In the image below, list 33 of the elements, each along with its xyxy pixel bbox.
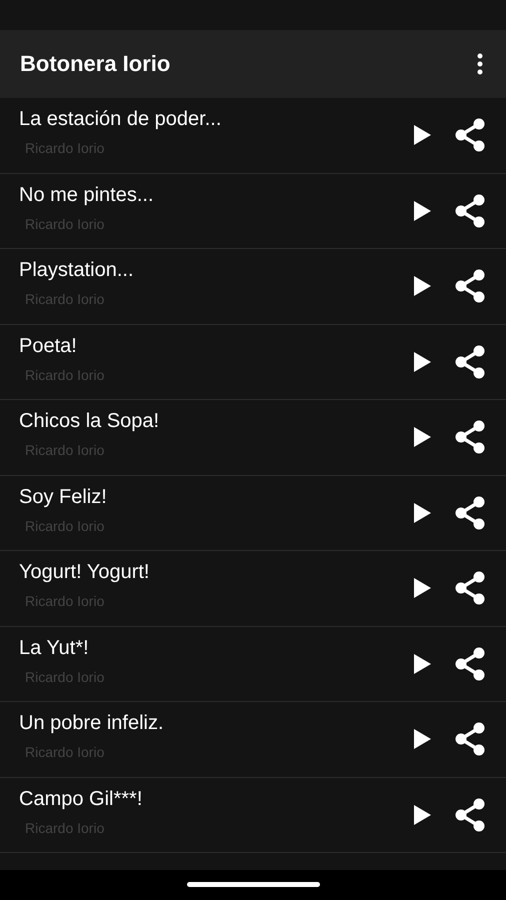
play-icon[interactable] [412,350,432,373]
play-icon[interactable] [412,652,432,675]
sound-title: No me pintes... [19,184,155,206]
sound-title: Campo Gil***! [19,788,144,810]
play-icon[interactable] [412,804,432,826]
sound-title: La Yut*! [19,636,90,660]
share-icon[interactable] [454,571,486,606]
more-options-icon[interactable] [476,53,484,75]
sound-title: Un pobre infeliz. [19,712,165,735]
share-icon[interactable] [454,344,486,379]
share-icon[interactable] [454,496,486,530]
sound-title: Chicos la Sopa! [19,410,160,433]
share-icon[interactable] [454,269,486,304]
share-icon[interactable] [454,646,486,681]
share-icon[interactable] [454,798,486,832]
sound-title: Poeta! [19,334,78,358]
play-icon[interactable] [412,426,432,448]
share-icon[interactable] [454,420,486,454]
sound-title: Yogurt! Yogurt! [19,561,150,584]
sound-title: Playstation... [19,259,135,282]
play-icon[interactable] [412,200,432,222]
play-icon[interactable] [412,275,432,298]
app-title: Botonera Iorio [20,51,170,77]
sound-title: La estación de poder... [19,108,222,131]
play-icon[interactable] [412,728,432,750]
home-handle[interactable] [186,882,320,886]
play-icon[interactable] [412,577,432,600]
sound-title: Soy Feliz! [19,486,108,508]
share-icon[interactable] [454,194,486,228]
share-icon[interactable] [454,118,486,152]
play-icon[interactable] [412,502,432,524]
play-icon[interactable] [412,124,432,146]
share-icon[interactable] [454,722,486,756]
